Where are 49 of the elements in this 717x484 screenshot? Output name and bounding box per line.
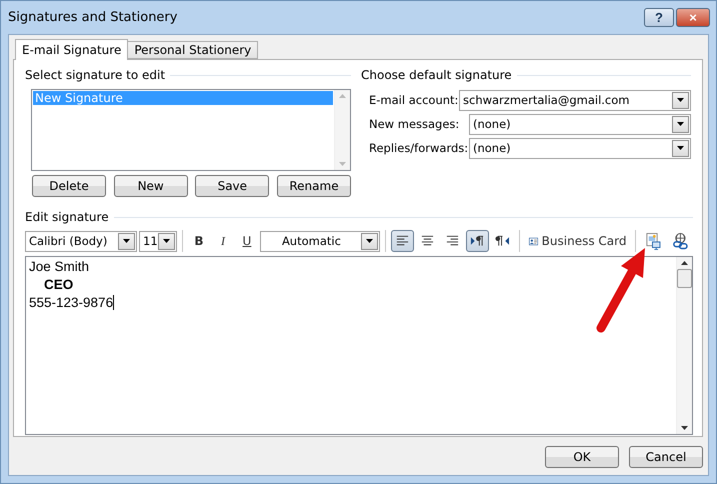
dialog-button[interactable]: OK — [545, 446, 619, 468]
dropdown-field[interactable]: (none) — [469, 138, 691, 158]
ltr-button[interactable] — [466, 230, 489, 252]
bold-button[interactable]: B — [188, 230, 210, 252]
signature-text: CEO — [44, 277, 74, 292]
size-dropdown[interactable]: 11 — [139, 230, 177, 252]
dropdown-arrow-icon — [677, 98, 684, 102]
italic-button[interactable]: I — [212, 230, 234, 252]
picture-icon — [645, 232, 662, 250]
tab[interactable]: Personal Stationery — [127, 41, 258, 59]
scroll-thumb[interactable] — [677, 269, 692, 288]
right-to-left-icon — [494, 234, 510, 248]
signature-editor[interactable]: Joe Smith CEO 555-123-9876 — [25, 256, 693, 435]
section-heading: Select signature to edit — [25, 68, 166, 82]
dropdown-arrow-icon — [163, 239, 170, 243]
dropdown-arrow-icon — [123, 239, 130, 243]
dropdown-field[interactable]: (none) — [469, 114, 691, 134]
signature-text: Joe Smith — [29, 259, 90, 274]
dropdown-arrow-icon — [677, 122, 684, 126]
dropdown-arrow-icon — [366, 239, 373, 243]
scroll-up-icon[interactable] — [681, 261, 688, 265]
section-heading: Edit signature — [25, 210, 109, 224]
align-right-icon — [444, 234, 460, 248]
tab[interactable]: E-mail Signature — [15, 39, 128, 60]
dropdown-arrow-icon — [677, 146, 684, 150]
action-button[interactable]: Delete — [32, 175, 106, 197]
align-left-icon — [394, 234, 410, 248]
dialog-button[interactable]: Cancel — [629, 446, 703, 468]
left-to-right-icon — [470, 234, 485, 248]
align-center-icon — [420, 234, 435, 248]
action-button[interactable]: Save — [195, 175, 270, 197]
action-button[interactable]: Rename — [276, 175, 351, 197]
section-heading: Choose default signature — [361, 68, 512, 82]
field-label: New messages: — [369, 117, 460, 131]
underline-button[interactable]: U — [236, 230, 258, 252]
align-left-button[interactable] — [390, 230, 414, 252]
signature-text: 555-123-9876 — [29, 295, 114, 310]
color-dropdown[interactable]: Automatic — [260, 230, 380, 252]
scrollbar[interactable] — [676, 257, 692, 434]
dropdown-field[interactable]: schwarzmertalia@gmail.com — [459, 90, 691, 110]
help-button[interactable]: ? — [644, 8, 674, 27]
business-card-button[interactable]: Business Card — [524, 230, 630, 252]
scroll-down-icon[interactable] — [681, 426, 688, 430]
field-label: E-mail account: — [369, 93, 459, 107]
action-button[interactable]: New — [114, 175, 188, 197]
field-label: Replies/forwards: — [369, 141, 469, 155]
font-dropdown[interactable]: Calibri (Body) — [25, 230, 137, 252]
window-title: Signatures and Stationery — [8, 10, 178, 25]
hyperlink-icon — [672, 232, 690, 250]
